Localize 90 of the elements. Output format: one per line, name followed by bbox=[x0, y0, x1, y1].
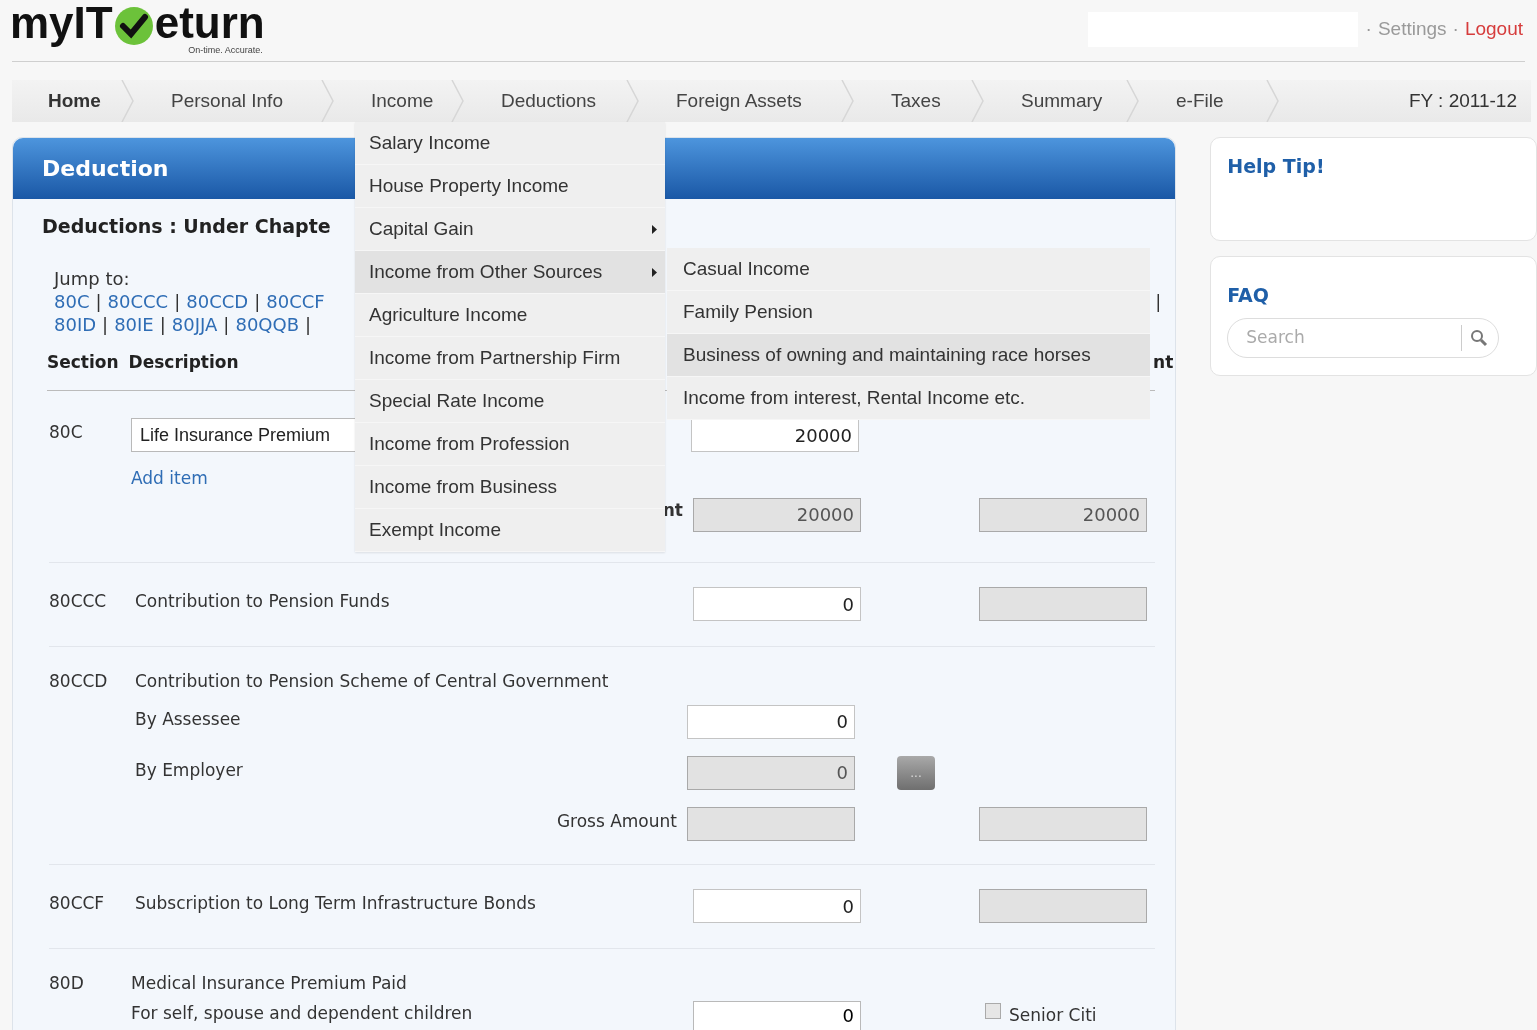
section-code: 80CCC bbox=[49, 590, 108, 613]
section-code: 80CCD bbox=[49, 670, 109, 693]
logout-link[interactable]: Logout bbox=[1464, 15, 1523, 44]
nav-tab[interactable]: Home bbox=[12, 80, 111, 122]
submenu-arrow-icon bbox=[652, 267, 657, 277]
deduction-description: Contribution to Pension Scheme of Central Government bbox=[135, 670, 609, 693]
column-header: Description bbox=[128, 351, 239, 375]
section-code: 80D bbox=[49, 972, 85, 995]
logo-text: eturn bbox=[154, 1, 265, 45]
jump-label: Jump to: bbox=[54, 268, 130, 289]
chevron-separator bbox=[451, 80, 465, 122]
chevron-separator bbox=[321, 80, 335, 122]
check-circle-icon bbox=[113, 6, 154, 46]
logo-text: myIT bbox=[10, 1, 113, 45]
link-separator: | bbox=[174, 290, 181, 313]
nav-tab[interactable]: Income bbox=[335, 80, 444, 122]
jump-link[interactable]: 80C bbox=[54, 290, 90, 313]
logo-tagline: On-time. Accurate. bbox=[188, 44, 263, 57]
menu-item[interactable]: Exempt Income bbox=[355, 509, 665, 552]
jump-link[interactable]: 80ID bbox=[54, 313, 97, 336]
link-separator: | bbox=[102, 313, 109, 336]
faq-title: FAQ bbox=[1227, 283, 1270, 308]
coverage-label: For self, spouse and dependent children bbox=[131, 1002, 473, 1023]
senior-citizen-checkbox[interactable] bbox=[985, 1002, 1001, 1019]
separator-dot: · bbox=[1452, 17, 1459, 42]
chevron-separator bbox=[121, 80, 135, 122]
link-separator: | bbox=[1155, 290, 1162, 313]
menu-item[interactable]: Income from Other Sources bbox=[355, 251, 665, 294]
jump-link[interactable]: 80QQB bbox=[235, 313, 300, 336]
gross-amount-field[interactable] bbox=[687, 806, 855, 841]
amount-field[interactable]: 20000 bbox=[691, 418, 859, 452]
deduction-description: Contribution to Pension Funds bbox=[135, 590, 390, 613]
menu-item[interactable]: Income from Partnership Firm bbox=[355, 337, 665, 380]
jump-link[interactable]: 80CCD bbox=[186, 290, 249, 313]
amount-field[interactable]: 0 bbox=[693, 1000, 861, 1030]
senior-citizen-label: Senior Citi bbox=[1009, 1003, 1097, 1027]
amount-field[interactable]: 0 bbox=[693, 889, 861, 923]
amount-field[interactable]: 0 bbox=[687, 704, 855, 739]
panel-title: Deduction bbox=[42, 155, 169, 183]
deduction-description: Medical Insurance Premium Paid bbox=[131, 972, 407, 995]
link-separator: | bbox=[254, 290, 261, 313]
search-icon[interactable] bbox=[1470, 328, 1489, 347]
column-header: nt bbox=[1153, 351, 1174, 375]
menu-item[interactable]: Salary Income bbox=[355, 122, 665, 165]
eligible-amount-field[interactable] bbox=[979, 587, 1147, 621]
nav-tab[interactable]: Foreign Assets bbox=[640, 80, 812, 122]
menu-item[interactable]: Income from Profession bbox=[355, 423, 665, 466]
section-code: 80CCF bbox=[49, 892, 106, 915]
nav-tab[interactable]: Taxes bbox=[855, 80, 951, 122]
separator-dot: · bbox=[1365, 17, 1372, 42]
chevron-separator bbox=[626, 80, 640, 122]
deduction-description: Subscription to Long Term Infrastructure Bonds bbox=[135, 892, 536, 915]
eligible-amount-field[interactable] bbox=[979, 889, 1147, 923]
nav-tab[interactable]: e-File bbox=[1140, 80, 1234, 122]
eligible-amount-field[interactable]: 20000 bbox=[979, 497, 1147, 532]
jump-link[interactable]: 80CCF bbox=[266, 290, 325, 313]
chevron-separator bbox=[841, 80, 855, 122]
section-code: 80C bbox=[49, 421, 84, 444]
fiscal-year: FY : 2011-12 bbox=[1408, 88, 1517, 113]
chevron-separator bbox=[971, 80, 985, 122]
contributor-label: By Employer bbox=[135, 759, 243, 780]
jump-link[interactable]: 80CCC bbox=[107, 290, 169, 313]
section-heading: Deductions : Under Chapte bbox=[42, 213, 331, 239]
link-separator: | bbox=[305, 313, 312, 336]
help-tip-title: Help Tip! bbox=[1227, 155, 1325, 177]
submenu-arrow-icon bbox=[652, 224, 657, 234]
nav-tab[interactable]: Summary bbox=[985, 80, 1113, 122]
link-separator: | bbox=[223, 313, 230, 336]
column-header: Section bbox=[47, 351, 119, 375]
chevron-separator bbox=[1126, 80, 1140, 122]
menu-item[interactable]: Capital Gain bbox=[355, 208, 665, 251]
add-item-link[interactable]: Add item bbox=[131, 466, 208, 492]
menu-item[interactable]: Special Rate Income bbox=[355, 380, 665, 423]
amount-field[interactable]: 0 bbox=[693, 587, 861, 621]
link-separator: | bbox=[159, 313, 166, 336]
nav-tab[interactable]: Personal Info bbox=[135, 80, 293, 122]
chevron-separator bbox=[1266, 80, 1280, 122]
menu-item[interactable]: Agriculture Income bbox=[355, 294, 665, 337]
jump-link[interactable]: 80IE bbox=[114, 313, 154, 336]
contributor-label: By Assessee bbox=[135, 708, 241, 729]
menu-item[interactable]: House Property Income bbox=[355, 165, 665, 208]
total-amount-field[interactable]: 20000 bbox=[693, 497, 861, 532]
gross-amount-label: Gross Amount bbox=[556, 809, 677, 833]
menu-item[interactable]: Business of owning and maintaining race horses bbox=[667, 334, 1150, 377]
nav-tab[interactable]: Deductions bbox=[465, 80, 607, 122]
menu-item[interactable]: Income from Business bbox=[355, 466, 665, 509]
eligible-amount-field[interactable] bbox=[979, 806, 1147, 841]
link-separator: | bbox=[95, 290, 102, 313]
faq-search-field[interactable]: Search bbox=[1246, 324, 1462, 351]
jump-link[interactable]: 80JJA bbox=[171, 313, 218, 336]
